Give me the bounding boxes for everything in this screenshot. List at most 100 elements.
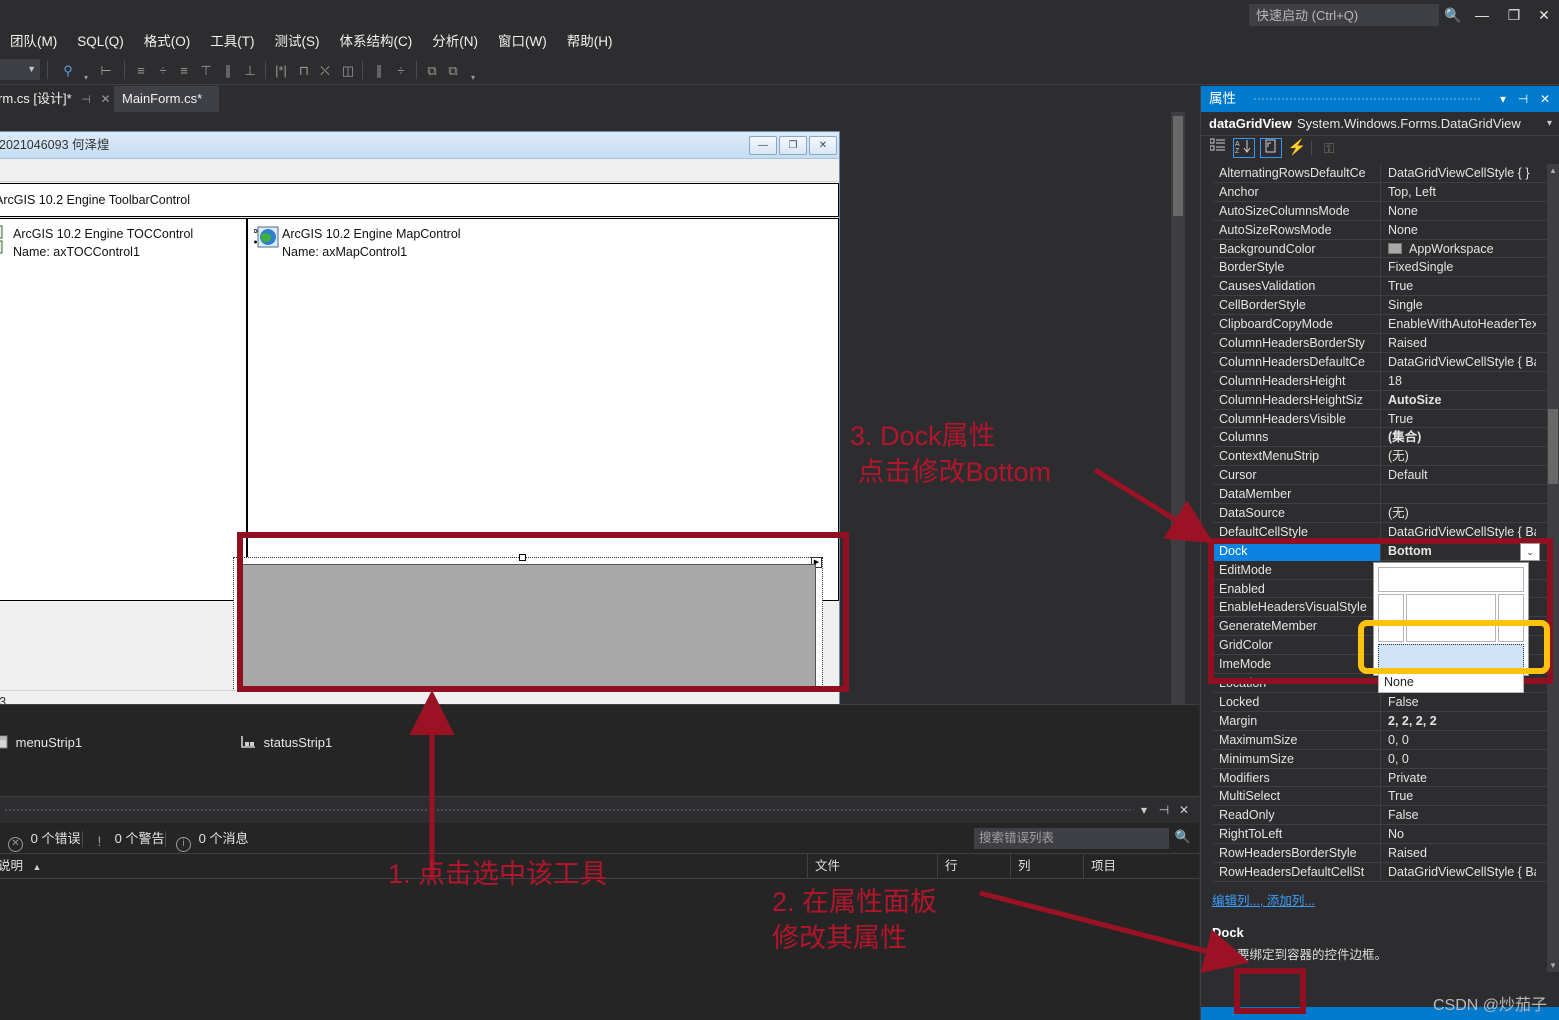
property-row-righttoleft[interactable]: RightToLeft No <box>1213 825 1548 845</box>
align-centers-icon[interactable]: ÷ <box>153 61 173 80</box>
categorized-icon[interactable] <box>1207 138 1229 158</box>
dock-option-fill[interactable] <box>1406 594 1496 642</box>
design-map-control[interactable]: ArcGIS 10.2 Engine MapControl Name: axMa… <box>247 218 839 601</box>
design-form-maximize-button[interactable]: ❐ <box>779 136 807 155</box>
property-row-columnheadersvisible[interactable]: ColumnHeadersVisible True <box>1213 409 1548 429</box>
property-value[interactable]: DataGridViewCellStyle { Bac <box>1383 353 1536 372</box>
property-value[interactable]: 18 <box>1383 372 1536 391</box>
property-row-alternatingrowsdefaultcellstyle[interactable]: AlternatingRowsDefaultCe DataGridViewCel… <box>1213 164 1548 183</box>
property-value[interactable] <box>1383 485 1536 504</box>
pin-icon[interactable]: ⊣ <box>1514 90 1532 108</box>
scroll-down-icon[interactable]: ▼ <box>1547 959 1559 972</box>
tray-item-statusstrip1[interactable]: statusStrip1 <box>240 735 332 750</box>
column-header-line[interactable]: 行 <box>939 854 1011 879</box>
toolbar-overflow-2-icon[interactable]: ▾ <box>463 68 483 87</box>
tab-mainform-code[interactable]: MainForm.cs* <box>114 86 219 112</box>
property-value[interactable]: Default <box>1383 466 1536 485</box>
dock-option-bottom[interactable] <box>1378 644 1524 669</box>
property-value[interactable]: Bottom <box>1383 542 1536 561</box>
design-form-minimize-button[interactable]: — <box>749 136 777 155</box>
property-value[interactable]: True <box>1383 277 1536 296</box>
component-tray[interactable]: menuStrip1 statusStrip1 <box>0 704 1199 796</box>
property-row-backgroundcolor[interactable]: BackgroundColor AppWorkspace <box>1213 239 1548 259</box>
property-value[interactable]: 0, 0 <box>1383 750 1536 769</box>
window-minimize-button[interactable]: — <box>1467 4 1497 26</box>
property-value[interactable]: DataGridViewCellStyle { Bac <box>1383 523 1536 542</box>
menu-item-analyze[interactable]: 分析(N) <box>422 30 488 54</box>
menu-item-architecture[interactable]: 体系结构(C) <box>330 30 423 54</box>
chevron-down-icon[interactable]: ▾ <box>1547 112 1552 136</box>
property-value[interactable]: Raised <box>1383 334 1536 353</box>
close-icon[interactable]: ✕ <box>101 92 111 106</box>
property-value[interactable]: None <box>1383 221 1536 240</box>
property-row-columns[interactable]: Columns (集合) <box>1213 428 1548 448</box>
property-value[interactable]: True <box>1383 410 1536 429</box>
dock-option-none[interactable]: None <box>1378 671 1524 693</box>
design-toc-control[interactable]: ArcGIS 10.2 Engine TOCControl Name: axTO… <box>0 218 247 601</box>
alphabetical-sort-icon[interactable]: A Z <box>1233 138 1255 158</box>
dock-option-left[interactable] <box>1378 594 1404 642</box>
property-row-columnheadersheightsizemode[interactable]: ColumnHeadersHeightSiz AutoSize <box>1213 390 1548 410</box>
make-same-width-icon[interactable]: |*| <box>271 61 291 80</box>
property-value[interactable]: DataGridViewCellStyle { } <box>1383 164 1536 183</box>
column-header-column[interactable]: 列 <box>1012 854 1084 879</box>
resize-handle-top[interactable] <box>519 554 526 561</box>
property-value[interactable]: Raised <box>1383 844 1536 863</box>
size-to-grid-icon[interactable]: ◫ <box>338 61 358 80</box>
search-icon[interactable]: 🔍 <box>1443 6 1463 24</box>
property-row-readonly[interactable]: ReadOnly False <box>1213 806 1548 826</box>
menu-item-help[interactable]: 帮助(H) <box>557 30 623 54</box>
horizontal-spacing-icon[interactable]: ∥ <box>369 61 389 80</box>
tab-mainform-designer[interactable]: rm.cs [设计]* ⊣ ✕ <box>0 86 119 112</box>
panel-dropdown-icon[interactable]: ▾ <box>1494 90 1512 108</box>
vertical-spacing-icon[interactable]: ÷ <box>391 61 411 80</box>
close-icon[interactable]: ✕ <box>1175 801 1193 819</box>
property-value[interactable]: 2, 2, 2, 2 <box>1383 712 1536 731</box>
scrollbar-thumb[interactable] <box>1548 409 1558 484</box>
column-header-file[interactable]: 文件 <box>809 854 938 879</box>
menu-item-sql[interactable]: SQL(Q) <box>67 30 134 54</box>
properties-page-icon[interactable] <box>1260 138 1282 158</box>
scrollbar-thumb[interactable] <box>1173 116 1183 216</box>
property-row-contextmenustrip[interactable]: ContextMenuStrip (无) <box>1213 447 1548 467</box>
property-value[interactable]: Single <box>1383 296 1536 315</box>
property-row-cellborderstyle[interactable]: CellBorderStyle Single <box>1213 296 1548 316</box>
property-row-margin[interactable]: ⊞ Margin 2, 2, 2, 2 <box>1213 711 1548 731</box>
make-same-height-icon[interactable]: ⊓ <box>294 61 314 80</box>
window-maximize-button[interactable]: ❐ <box>1499 4 1529 26</box>
property-row-dock[interactable]: Dock Bottom <box>1213 541 1548 561</box>
menu-item-format[interactable]: 格式(O) <box>134 30 201 54</box>
align-tops-icon[interactable]: ⊤ <box>196 61 216 80</box>
property-row-rowheadersborderstyle[interactable]: RowHeadersBorderStyle Raised <box>1213 844 1548 863</box>
pin-icon[interactable]: ⊣ <box>1155 801 1173 819</box>
events-lightning-icon[interactable]: ⚡ <box>1286 138 1308 158</box>
toolbar-overflow-icon[interactable]: ▾ <box>76 68 96 87</box>
column-header-project[interactable]: 项目 <box>1085 854 1199 879</box>
property-value[interactable]: Top, Left <box>1383 183 1536 202</box>
properties-object-selector[interactable]: dataGridView System.Windows.Forms.DataGr… <box>1201 112 1559 136</box>
design-toolbar-control[interactable]: ArcGIS 10.2 Engine ToolbarControl <box>0 183 839 217</box>
designer-vertical-scrollbar[interactable] <box>1171 112 1185 704</box>
property-row-locked[interactable]: Locked False <box>1213 692 1548 712</box>
pin-icon[interactable]: ⊣ <box>81 94 91 106</box>
send-to-back-icon[interactable]: ⧉ <box>443 61 463 80</box>
property-row-multiselect[interactable]: MultiSelect True <box>1213 787 1548 807</box>
search-icon[interactable]: 🔍 <box>1175 829 1191 845</box>
property-pages-key-icon[interactable]: ⚿ <box>1318 138 1340 158</box>
align-bottoms-icon[interactable]: ⊥ <box>240 61 260 80</box>
property-row-modifiers[interactable]: Modifiers Private <box>1213 768 1548 788</box>
menu-item-window[interactable]: 窗口(W) <box>488 30 557 54</box>
property-value[interactable]: (集合) <box>1383 428 1536 447</box>
property-row-autosizecolumnsmode[interactable]: AutoSizeColumnsMode None <box>1213 201 1548 221</box>
property-row-columnheadersborderstyle[interactable]: ColumnHeadersBorderSty Raised <box>1213 334 1548 353</box>
property-value[interactable]: DataGridViewCellStyle { Bac <box>1383 863 1536 882</box>
property-value[interactable]: 0, 0 <box>1383 731 1536 750</box>
dock-option-top[interactable] <box>1378 567 1524 592</box>
property-row-anchor[interactable]: Anchor Top, Left <box>1213 182 1548 202</box>
menu-item-test[interactable]: 测试(S) <box>265 30 330 54</box>
window-close-button[interactable]: ✕ <box>1529 4 1559 26</box>
property-value[interactable]: Private <box>1383 769 1536 788</box>
scroll-up-icon[interactable]: ▲ <box>1547 164 1559 177</box>
property-row-cursor[interactable]: Cursor Default <box>1213 466 1548 486</box>
property-row-causesvalidation[interactable]: CausesValidation True <box>1213 277 1548 297</box>
